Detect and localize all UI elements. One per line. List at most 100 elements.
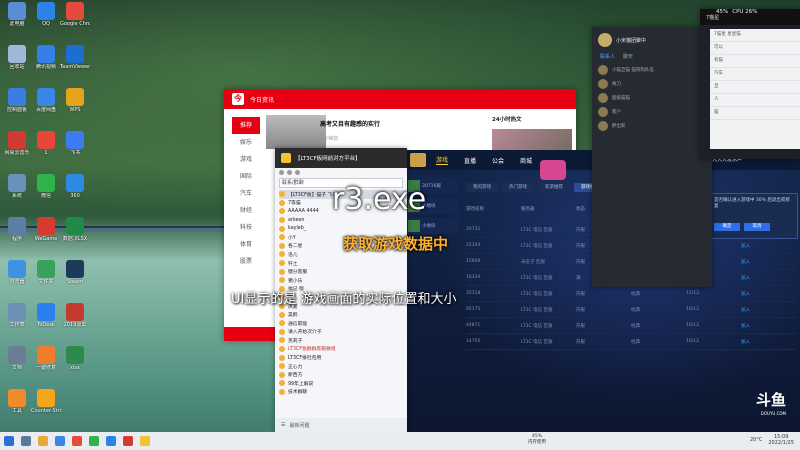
desktop-icon[interactable]: 一键修复 xyxy=(31,346,61,371)
list-item[interactable]: 客户 xyxy=(592,105,712,119)
music-icon[interactable] xyxy=(123,436,133,446)
list-item[interactable]: 克莉子 xyxy=(279,336,407,345)
list-item[interactable]: 可以 xyxy=(710,42,800,55)
weather-temp[interactable]: 20°C xyxy=(750,437,762,443)
browser-icon[interactable] xyxy=(55,436,65,446)
desktop-icon[interactable]: 1 xyxy=(31,131,61,156)
dialog-ok-button[interactable]: 确定 xyxy=(714,223,740,231)
game-tab[interactable]: 新游推荐 xyxy=(538,183,570,192)
game-nav-item[interactable]: 商城 xyxy=(520,156,532,165)
list-item[interactable]: 99年上解说 xyxy=(279,379,407,388)
list-item[interactable]: 猫 xyxy=(710,107,800,120)
game-tab[interactable]: 热门游戏 xyxy=(502,183,534,192)
desktop-icon[interactable]: 文件夹 xyxy=(31,260,61,285)
table-row[interactable]: 14705 LT3C 电信 区服 开服 经典 10/12 加入 xyxy=(466,334,796,350)
desktop-icon[interactable]: 程序 xyxy=(2,217,32,242)
game-nav-item[interactable]: 公会 xyxy=(492,156,504,165)
desktop-icon[interactable]: Counter-Strike Global Offensive xyxy=(31,389,61,414)
desktop-icon[interactable]: ToDesk xyxy=(31,303,61,328)
chrome-icon[interactable] xyxy=(72,436,82,446)
desktop-icon[interactable]: Steam xyxy=(60,260,90,285)
desktop-icon[interactable]: 系统 xyxy=(2,174,32,199)
desktop-icon[interactable]: 工作表 xyxy=(2,303,32,328)
desktop-icon[interactable]: 控制面板 xyxy=(2,88,32,113)
list-item[interactable]: 人 xyxy=(710,94,800,107)
news-category-6[interactable]: 科技 xyxy=(232,219,260,236)
wechat-icon[interactable] xyxy=(89,436,99,446)
list-item[interactable]: 胖出新 xyxy=(592,119,712,133)
list-item[interactable]: 奇刀 xyxy=(592,77,712,91)
desktop-icon[interactable]: 网易云音乐 xyxy=(2,131,32,156)
game-nav-item[interactable]: 游戏 xyxy=(436,155,449,165)
list-item[interactable]: 猪小乐 xyxy=(279,276,407,285)
list-item[interactable]: 钎土 xyxy=(279,259,407,268)
list-item[interactable]: 有猫 xyxy=(710,55,800,68)
desktop-icon[interactable]: 2019录屏 xyxy=(60,303,90,328)
desktop-icon[interactable]: 腾讯视频 xyxy=(31,45,61,70)
list-item[interactable]: 键分客服 xyxy=(279,267,407,276)
list-item[interactable]: kayleb_ xyxy=(279,224,407,233)
table-row[interactable]: 95175 LT3C 电信 区服 开服 经典 10/12 加入 xyxy=(466,302,796,318)
desktop-icon[interactable]: QQ xyxy=(31,2,61,27)
menu-icon[interactable]: ☰ xyxy=(281,422,285,428)
list-item[interactable]: arkeen xyxy=(279,216,407,225)
news-category-3[interactable]: 国际 xyxy=(232,168,260,185)
desktop-icon[interactable]: WPS xyxy=(60,88,90,113)
desktop-icon[interactable]: TeamViewer xyxy=(60,45,90,70)
list-item[interactable]: 新西方 xyxy=(279,370,407,379)
news-category-7[interactable]: 体育 xyxy=(232,236,260,253)
desktop-icon[interactable]: WeGame xyxy=(31,217,61,242)
list-item[interactable]: 通信职能 xyxy=(279,319,407,328)
table-row[interactable]: 35118 LT3C 电信 区服 开服 经典 12/12 加入 xyxy=(466,286,796,302)
list-item[interactable]: 超级猫猫 xyxy=(592,91,712,105)
desktop-icon[interactable]: 360 xyxy=(60,174,90,199)
status-icon[interactable] xyxy=(279,170,284,175)
qq-icon[interactable] xyxy=(106,436,116,446)
desktop-icon[interactable]: 此电脑 xyxy=(2,2,32,27)
list-item[interactable]: 小猫旦猫 猫狗狗队伍 xyxy=(592,63,712,77)
list-item[interactable]: LT3CF板群群客服群组 xyxy=(279,345,407,354)
desktop-icon[interactable]: 工具 xyxy=(2,389,32,414)
desktop-icon[interactable]: 飞书 xyxy=(60,131,90,156)
folder-icon[interactable] xyxy=(38,436,48,446)
news-thumbnail[interactable] xyxy=(266,115,326,149)
avatar[interactable] xyxy=(598,33,612,47)
desktop-icon[interactable]: 回收站 xyxy=(2,45,32,70)
join-link[interactable]: 加入 xyxy=(741,307,796,313)
join-link[interactable]: 加入 xyxy=(741,275,796,281)
join-link[interactable]: 加入 xyxy=(741,291,796,297)
list-item[interactable]: 汽车 xyxy=(710,68,800,81)
desktop-icon[interactable]: 浏览器 xyxy=(2,260,32,285)
game-promo-badge[interactable] xyxy=(540,160,566,180)
game-nav-item[interactable]: 直播 xyxy=(464,156,476,165)
game-tab[interactable]: 我的游戏 xyxy=(466,183,498,192)
news-category-2[interactable]: 游戏 xyxy=(232,151,260,168)
game-left-item[interactable]: 小地块 xyxy=(406,218,458,234)
desktop-icon[interactable]: 百度网盘 xyxy=(31,88,61,113)
dialog-cancel-button[interactable]: 取消 xyxy=(744,223,770,231)
desktop-icon[interactable]: 微信 xyxy=(31,174,61,199)
tab-contacts[interactable]: 联系人 xyxy=(600,53,615,63)
join-link[interactable]: 加入 xyxy=(741,243,796,249)
start-icon[interactable] xyxy=(4,436,14,446)
news-category-0[interactable]: 推荐 xyxy=(232,117,260,134)
app-icon[interactable] xyxy=(140,436,150,446)
chat-footer-label[interactable]: 最新问题 xyxy=(289,422,309,429)
list-item[interactable]: 旦 xyxy=(710,81,800,94)
join-link[interactable]: 加入 xyxy=(741,339,796,345)
clock[interactable]: 15:09 2022/1/25 xyxy=(768,434,794,446)
desktop-icon[interactable]: 数据.XLSX xyxy=(60,217,90,242)
settings-icon[interactable] xyxy=(287,170,292,175)
news-category-8[interactable]: 股票 xyxy=(232,253,260,270)
search-icon[interactable] xyxy=(21,436,31,446)
news-headline[interactable]: 高考又目有趣感的实行 xyxy=(320,119,380,128)
tab-chats[interactable]: 聊天 xyxy=(623,53,633,63)
join-link[interactable]: 加入 xyxy=(741,259,796,265)
list-item[interactable]: LT3CF接社包用 xyxy=(279,353,407,362)
list-item[interactable]: 请入开始次介子 xyxy=(279,328,407,337)
news-category-1[interactable]: 娱乐 xyxy=(232,134,260,151)
list-item[interactable]: 7猫星 星星猫 xyxy=(710,29,800,42)
list-item[interactable]: 技术群聊 xyxy=(279,388,407,397)
list-item[interactable]: 昊鹤 xyxy=(279,310,407,319)
mail-icon[interactable] xyxy=(295,170,300,175)
